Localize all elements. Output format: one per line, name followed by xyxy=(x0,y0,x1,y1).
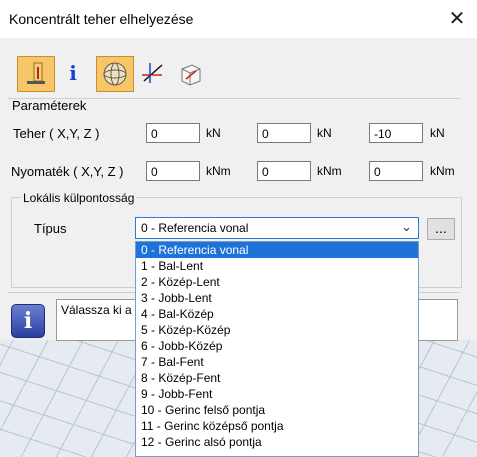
moment-y-unit: kNm xyxy=(317,164,342,178)
parameters-section-label: Paraméterek xyxy=(12,98,87,113)
window-title: Koncentrált teher elhelyezése xyxy=(9,11,194,27)
dropdown-option[interactable]: 11 - Gerinc középső pontja xyxy=(136,418,418,434)
status-message: Válassza ki a xyxy=(61,303,132,317)
title-bar: Koncentrált teher elhelyezése ✕ xyxy=(0,0,477,38)
force-z-unit: kN xyxy=(430,126,445,140)
load-placement-icon xyxy=(27,62,45,84)
dropdown-option[interactable]: 6 - Jobb-Közép xyxy=(136,338,418,354)
eccentricity-group-label: Lokális külpontosság xyxy=(21,191,137,205)
force-x-unit: kN xyxy=(206,126,221,140)
coordinate-cube-tool-button[interactable] xyxy=(172,56,208,90)
dropdown-option[interactable]: 10 - Gerinc felső pontja xyxy=(136,402,418,418)
sphere-icon xyxy=(103,62,127,86)
moment-x-input[interactable]: 0 xyxy=(146,161,200,181)
info-tool-button[interactable]: i xyxy=(55,56,91,90)
type-select[interactable]: 0 - Referencia vonal ⌄ xyxy=(135,217,419,239)
type-select-value: 0 - Referencia vonal xyxy=(141,221,249,235)
load-placement-tool-button[interactable] xyxy=(17,56,55,92)
moment-z-unit: kNm xyxy=(430,164,455,178)
type-label: Típus xyxy=(34,221,67,236)
dropdown-option[interactable]: 8 - Közép-Fent xyxy=(136,370,418,386)
moment-label: Nyomaték ( X,Y, Z ) xyxy=(11,164,124,179)
info-large-icon: i xyxy=(11,304,45,338)
force-x-input[interactable]: 0 xyxy=(146,123,200,143)
coordinate-cube-icon xyxy=(181,64,201,86)
chevron-down-icon[interactable]: ⌄ xyxy=(401,219,412,235)
dropdown-option[interactable]: 2 - Közép-Lent xyxy=(136,274,418,290)
force-y-unit: kN xyxy=(317,126,332,140)
axes-tool-button[interactable] xyxy=(134,56,170,90)
dropdown-option[interactable]: 0 - Referencia vonal xyxy=(136,242,418,258)
force-label: Teher ( X,Y, Z ) xyxy=(13,126,100,141)
moment-z-input[interactable]: 0 xyxy=(369,161,423,181)
force-y-input[interactable]: 0 xyxy=(257,123,311,143)
close-icon[interactable]: ✕ xyxy=(440,4,474,34)
dropdown-option[interactable]: 5 - Közép-Közép xyxy=(136,322,418,338)
info-icon: i xyxy=(69,61,77,85)
force-z-input[interactable]: -10 xyxy=(369,123,423,143)
more-options-button[interactable]: ... xyxy=(427,218,455,240)
moment-y-input[interactable]: 0 xyxy=(257,161,311,181)
sphere-tool-button[interactable] xyxy=(96,56,134,92)
axes-icon xyxy=(142,63,163,83)
dropdown-option[interactable]: 4 - Bal-Közép xyxy=(136,306,418,322)
dropdown-option[interactable]: 12 - Gerinc alsó pontja xyxy=(136,434,418,450)
dropdown-option[interactable]: 3 - Jobb-Lent xyxy=(136,290,418,306)
type-dropdown-list: 0 - Referencia vonal 1 - Bal-Lent 2 - Kö… xyxy=(135,241,419,457)
dropdown-option[interactable]: 7 - Bal-Fent xyxy=(136,354,418,370)
moment-x-unit: kNm xyxy=(206,164,231,178)
dropdown-option[interactable]: 1 - Bal-Lent xyxy=(136,258,418,274)
dropdown-option[interactable]: 9 - Jobb-Fent xyxy=(136,386,418,402)
